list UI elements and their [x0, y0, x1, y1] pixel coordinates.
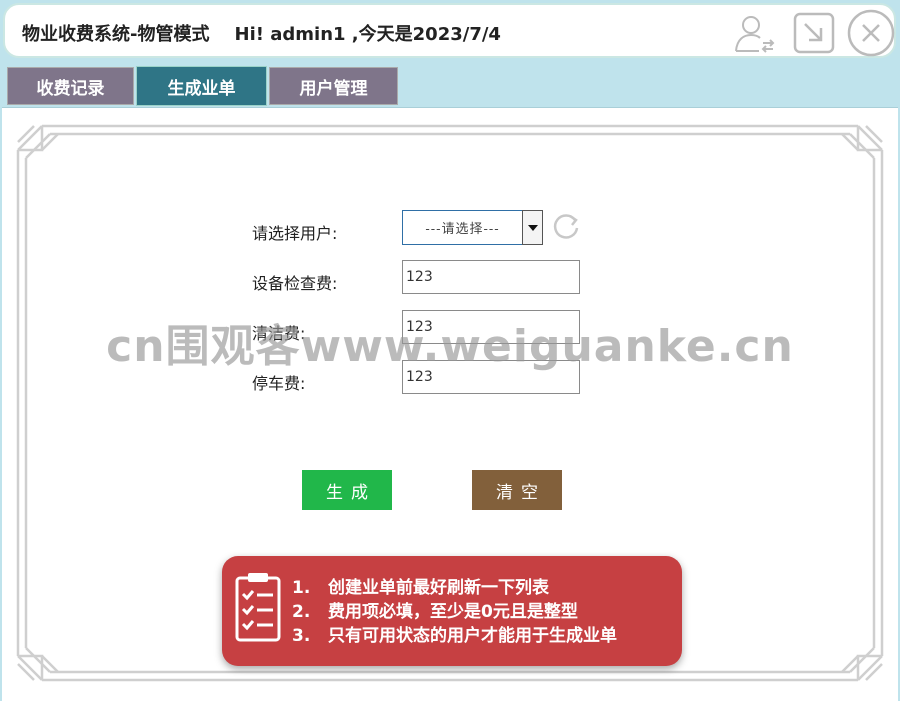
generate-button[interactable]: 生成 [302, 470, 392, 510]
checklist-icon [235, 573, 281, 642]
title-bar: 物业收费系统-物管模式 Hi! admin1 ,今天是2023/7/4 [3, 3, 896, 58]
switch-user-icon[interactable] [731, 11, 777, 57]
refresh-icon[interactable] [551, 211, 581, 241]
notice-line-2: 2. 费用项必填，至少是0元且是整型 [292, 602, 578, 622]
tab-generate-bill[interactable]: 生成业单 [136, 66, 267, 106]
inspection-fee-label: 设备检查费: [252, 274, 338, 293]
close-icon[interactable] [846, 8, 896, 58]
notice-line-3: 3. 只有可用状态的用户才能用于生成业单 [292, 626, 618, 646]
tab-user-management[interactable]: 用户管理 [269, 67, 398, 105]
cleaning-fee-input[interactable] [402, 310, 580, 344]
parking-fee-input[interactable] [402, 360, 580, 394]
user-select-label: 请选择用户: [252, 224, 338, 243]
cleaning-fee-label: 清洁费: [252, 324, 306, 343]
notice-box: 1. 创建业单前最好刷新一下列表 2. 费用项必填，至少是0元且是整型 3. 只… [222, 556, 682, 666]
clear-button[interactable]: 清空 [472, 470, 562, 510]
notice-line-1: 1. 创建业单前最好刷新一下列表 [292, 578, 550, 598]
window-title: 物业收费系统-物管模式 Hi! admin1 ,今天是2023/7/4 [22, 24, 501, 45]
tab-charge-records[interactable]: 收费记录 [7, 67, 134, 105]
minimize-icon[interactable] [791, 10, 837, 56]
parking-fee-label: 停车费: [252, 374, 306, 393]
chevron-down-icon[interactable] [522, 210, 543, 245]
user-select[interactable]: ---请选择--- [402, 210, 522, 245]
inspection-fee-input[interactable] [402, 260, 580, 294]
